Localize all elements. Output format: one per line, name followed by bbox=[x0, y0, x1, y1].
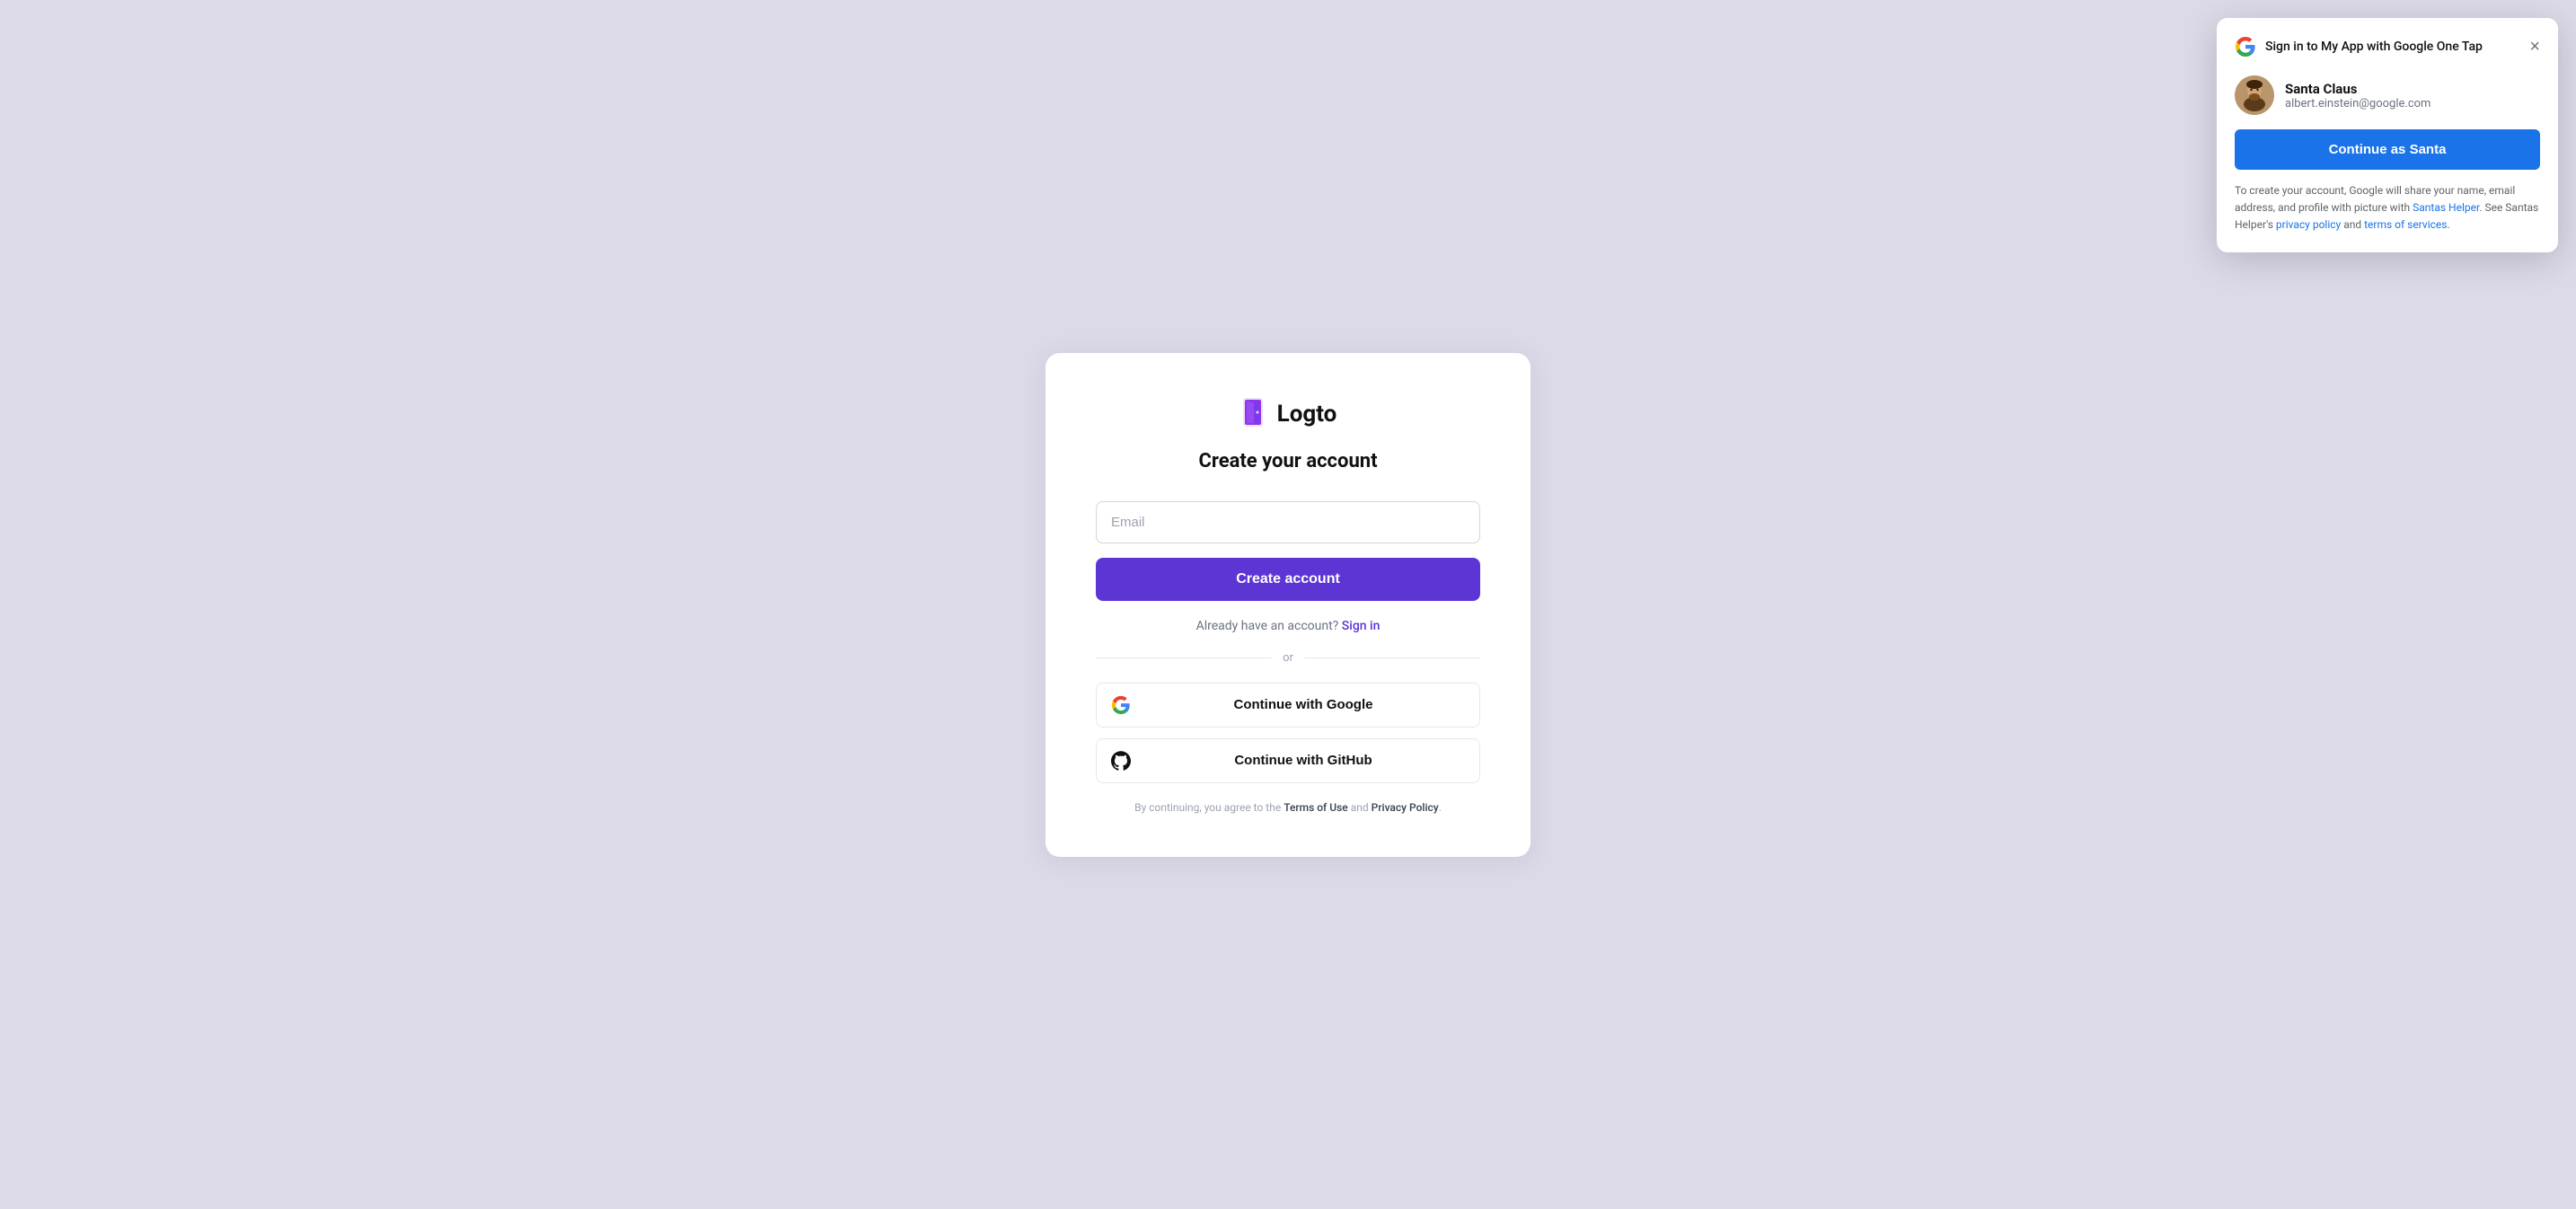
signup-card: Logto Create your account Create account… bbox=[1045, 353, 1531, 857]
page-wrapper: Logto Create your account Create account… bbox=[0, 0, 2576, 1209]
onetap-user-info: Santa Claus albert.einstein@google.com bbox=[2285, 81, 2430, 110]
divider-text: or bbox=[1283, 651, 1293, 665]
onetap-continue-button[interactable]: Continue as Santa bbox=[2235, 129, 2540, 170]
terms-link[interactable]: Terms of Use bbox=[1284, 801, 1348, 814]
divider-line-right bbox=[1304, 657, 1480, 658]
google-signin-button[interactable]: Continue with Google bbox=[1096, 683, 1480, 728]
avatar bbox=[2235, 75, 2274, 115]
logo-area: Logto bbox=[1096, 396, 1480, 432]
onetap-close-button[interactable]: × bbox=[2529, 38, 2540, 56]
onetap-app-link[interactable]: Santas Helper bbox=[2413, 201, 2479, 214]
create-account-button[interactable]: Create account bbox=[1096, 558, 1480, 601]
google-icon bbox=[1111, 695, 1131, 715]
onetap-header-left: Sign in to My App with Google One Tap bbox=[2235, 36, 2483, 57]
privacy-link[interactable]: Privacy Policy bbox=[1372, 801, 1439, 814]
onetap-terms-link[interactable]: terms of services bbox=[2364, 218, 2447, 231]
github-btn-text: Continue with GitHub bbox=[1142, 753, 1465, 768]
signin-link[interactable]: Sign in bbox=[1342, 619, 1381, 633]
divider-line-left bbox=[1096, 657, 1272, 658]
logo-text: Logto bbox=[1277, 401, 1337, 428]
google-btn-text: Continue with Google bbox=[1142, 697, 1465, 712]
page-title: Create your account bbox=[1096, 450, 1480, 472]
onetap-user-email: albert.einstein@google.com bbox=[2285, 97, 2430, 110]
footer-text: By continuing, you agree to the Terms of… bbox=[1096, 801, 1480, 814]
logto-logo-icon bbox=[1239, 396, 1268, 432]
github-icon bbox=[1111, 751, 1131, 771]
onetap-disclaimer: To create your account, Google will shar… bbox=[2235, 182, 2540, 234]
google-g-icon bbox=[2235, 36, 2256, 57]
onetap-privacy-link[interactable]: privacy policy bbox=[2276, 218, 2341, 231]
email-input[interactable] bbox=[1096, 501, 1480, 543]
google-onetap-popup: Sign in to My App with Google One Tap × bbox=[2217, 18, 2558, 252]
onetap-user: Santa Claus albert.einstein@google.com bbox=[2235, 75, 2540, 115]
signin-prompt: Already have an account? Sign in bbox=[1096, 619, 1480, 633]
github-signin-button[interactable]: Continue with GitHub bbox=[1096, 738, 1480, 783]
onetap-title: Sign in to My App with Google One Tap bbox=[2265, 39, 2483, 55]
onetap-header: Sign in to My App with Google One Tap × bbox=[2235, 36, 2540, 57]
onetap-user-name: Santa Claus bbox=[2285, 81, 2430, 97]
divider: or bbox=[1096, 651, 1480, 665]
